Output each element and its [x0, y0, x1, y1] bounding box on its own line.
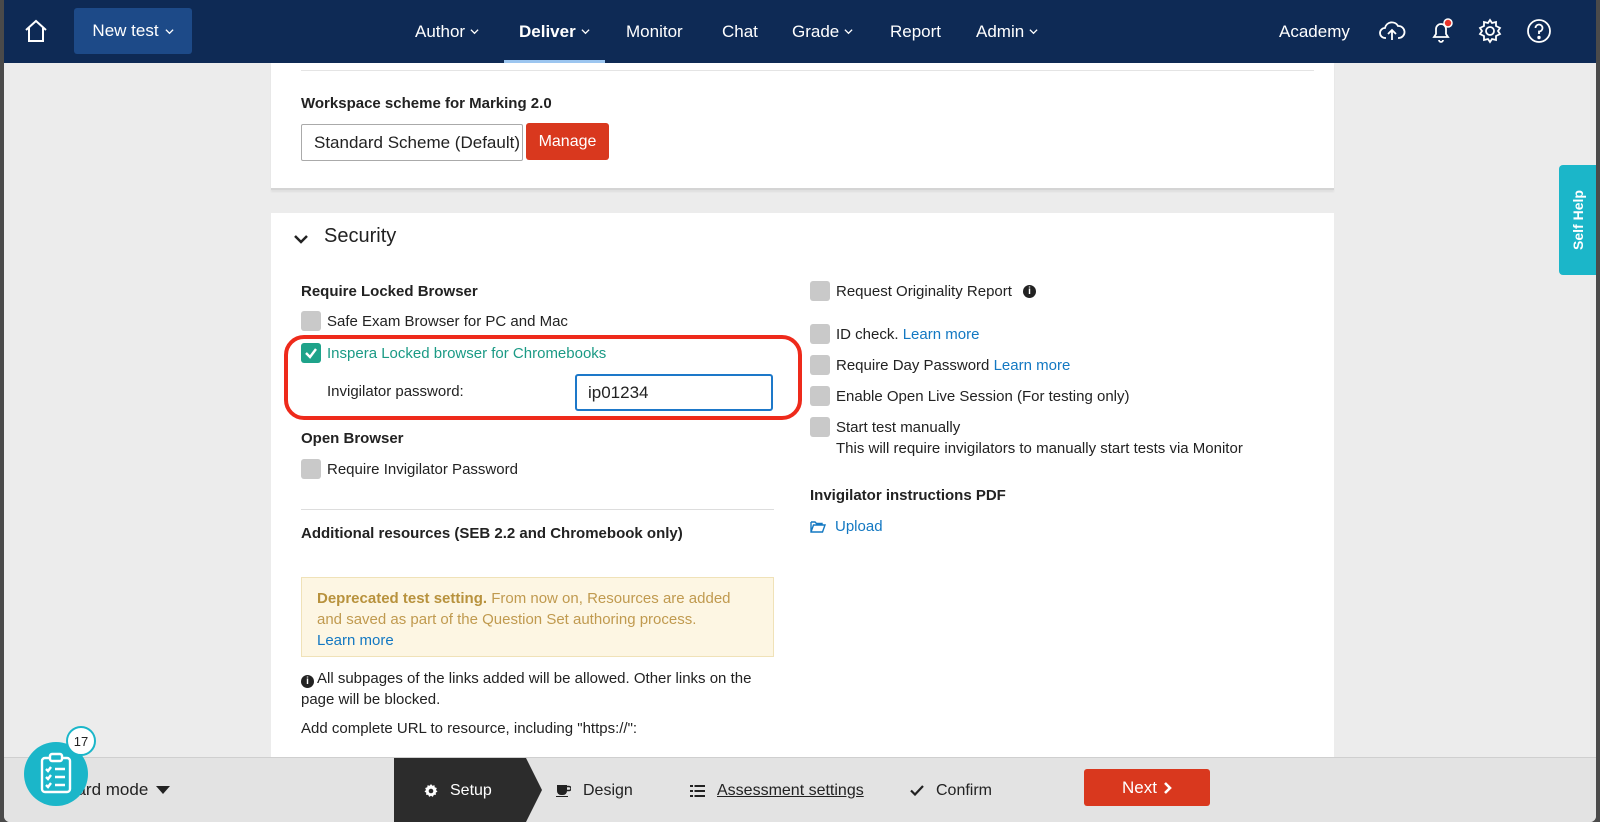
- coffee-cup-icon: [556, 785, 571, 797]
- workspace-scheme-select[interactable]: Standard Scheme (Default): [301, 124, 523, 161]
- security-section-title[interactable]: Security: [324, 225, 396, 248]
- chevron-down-icon: [470, 29, 479, 35]
- highlight-annotation: [284, 335, 802, 420]
- invigilator-instructions-label: Invigilator instructions PDF: [810, 487, 1006, 504]
- chevron-down-icon[interactable]: [293, 231, 309, 247]
- step-confirm[interactable]: Confirm: [910, 758, 992, 822]
- app-window: New test Author Deliver Monitor Chat Gra…: [4, 0, 1596, 822]
- id-check-label: ID check.: [836, 326, 899, 343]
- new-test-label: New test: [92, 21, 159, 40]
- self-help-tab[interactable]: Self Help: [1559, 165, 1596, 275]
- step-design[interactable]: Design: [556, 758, 633, 822]
- seb-checkbox[interactable]: [301, 311, 321, 331]
- notification-bell-icon[interactable]: [1427, 17, 1455, 45]
- nav-deliver[interactable]: Deliver: [504, 0, 605, 63]
- add-url-label: Add complete URL to resource, including …: [301, 720, 638, 737]
- open-live-session-checkbox[interactable]: [810, 386, 830, 406]
- info-icon[interactable]: i: [1023, 285, 1036, 298]
- next-button[interactable]: Next: [1084, 769, 1210, 806]
- seb-label: Safe Exam Browser for PC and Mac: [327, 313, 568, 330]
- checkmark-icon: [910, 785, 924, 796]
- day-password-label: Require Day Password: [836, 357, 990, 374]
- bottom-wizard-bar: dard mode Setup Design Assessment settin…: [4, 757, 1596, 822]
- start-manually-label: Start test manually: [836, 419, 961, 436]
- workspace-scheme-label: Workspace scheme for Marking 2.0: [301, 95, 552, 112]
- originality-report-label: Request Originality Report: [836, 283, 1012, 300]
- upload-link[interactable]: Upload: [810, 518, 883, 535]
- workspace-card: Workspace scheme for Marking 2.0 Standar…: [271, 63, 1334, 190]
- nav-admin[interactable]: Admin: [976, 0, 1038, 63]
- step-setup-label: Setup: [450, 781, 492, 799]
- self-help-label: Self Help: [1569, 190, 1586, 250]
- learn-more-link[interactable]: Learn more: [317, 632, 394, 649]
- step-design-label: Design: [583, 781, 633, 799]
- next-label: Next: [1122, 777, 1157, 797]
- id-check-checkbox[interactable]: [810, 324, 830, 344]
- nav-chat[interactable]: Chat: [722, 0, 758, 63]
- open-live-session-label: Enable Open Live Session (For testing on…: [836, 388, 1130, 405]
- chevron-down-icon: [844, 29, 853, 35]
- require-invigilator-password-checkbox[interactable]: [301, 459, 321, 479]
- manage-button[interactable]: Manage: [526, 123, 609, 160]
- id-check-learn-more-link[interactable]: Learn more: [903, 326, 980, 343]
- top-navigation: New test Author Deliver Monitor Chat Gra…: [4, 0, 1596, 63]
- folder-open-icon: [810, 521, 826, 533]
- chevron-down-icon: [581, 29, 590, 35]
- chevron-down-icon: [1029, 29, 1038, 35]
- help-icon[interactable]: [1525, 17, 1553, 45]
- caret-down-icon: [156, 785, 171, 794]
- cloud-upload-icon[interactable]: [1378, 17, 1406, 45]
- step-assessment-settings[interactable]: Assessment settings: [690, 758, 864, 822]
- list-icon: [690, 784, 705, 797]
- step-confirm-label: Confirm: [936, 781, 993, 799]
- deprecated-bold-text: Deprecated test setting.: [317, 590, 488, 607]
- id-check-row: ID check. Learn more: [836, 326, 979, 343]
- academy-link[interactable]: Academy: [1279, 0, 1350, 63]
- open-browser-label: Open Browser: [301, 430, 404, 447]
- additional-resources-label: Additional resources (SEB 2.2 and Chrome…: [301, 525, 683, 542]
- start-manually-checkbox[interactable]: [810, 417, 830, 437]
- start-manually-description: This will require invigilators to manual…: [836, 440, 1243, 457]
- nav-monitor[interactable]: Monitor: [626, 0, 683, 63]
- divider: [301, 70, 1314, 71]
- day-password-learn-more-link[interactable]: Learn more: [994, 357, 1071, 374]
- divider: [301, 509, 774, 510]
- day-password-row: Require Day Password Learn more: [836, 357, 1070, 374]
- gear-icon: [424, 783, 438, 797]
- info-icon: i: [301, 675, 314, 688]
- originality-report-checkbox[interactable]: [810, 281, 830, 301]
- chevron-right-icon: [1164, 781, 1172, 794]
- deprecated-warning: Deprecated test setting. From now on, Re…: [301, 577, 774, 657]
- new-test-dropdown[interactable]: New test: [74, 8, 192, 54]
- gear-icon[interactable]: [1476, 17, 1504, 45]
- security-card: Security Require Locked Browser Safe Exa…: [271, 213, 1334, 773]
- chevron-down-icon: [164, 28, 174, 34]
- day-password-checkbox[interactable]: [810, 355, 830, 375]
- require-invigilator-password-label: Require Invigilator Password: [327, 461, 518, 478]
- nav-author[interactable]: Author: [415, 0, 479, 63]
- nav-report[interactable]: Report: [890, 0, 941, 63]
- step-assessment-settings-label: Assessment settings: [717, 781, 864, 799]
- home-icon[interactable]: [22, 17, 50, 45]
- require-locked-browser-label: Require Locked Browser: [301, 283, 478, 300]
- step-setup[interactable]: Setup: [394, 758, 542, 822]
- subpages-note: i All subpages of the links added will be…: [301, 670, 752, 708]
- nav-grade[interactable]: Grade: [792, 0, 853, 63]
- task-count-badge: 17: [66, 726, 96, 756]
